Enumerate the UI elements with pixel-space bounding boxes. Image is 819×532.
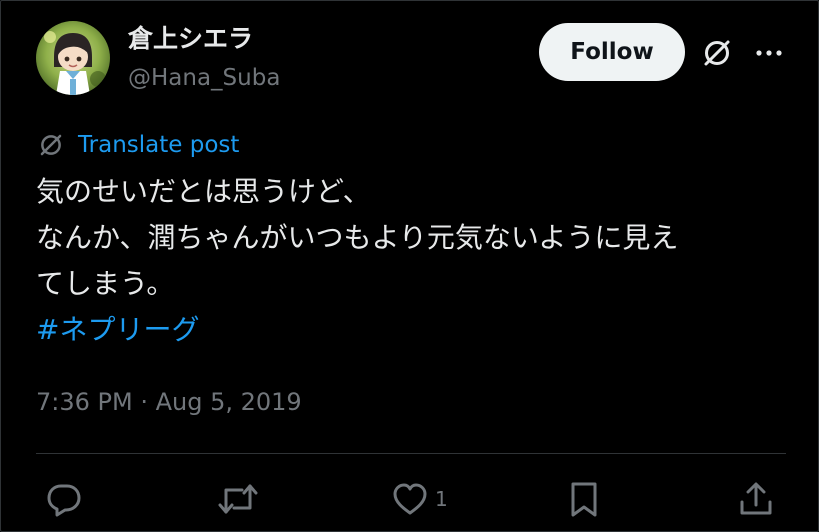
post-card: 倉上シエラ @Hana_Suba Follow Translate post 気… — [0, 0, 819, 532]
share-upload-icon — [740, 482, 772, 515]
post-text: 気のせいだとは思うけど、 なんか、潤ちゃんがいつもより元気ないように見え てしま… — [36, 169, 796, 353]
bookmark-button[interactable] — [565, 479, 603, 519]
heart-icon — [393, 483, 427, 515]
user-handle[interactable]: @Hana_Suba — [128, 63, 280, 93]
grok-slash-circle-icon[interactable] — [698, 34, 736, 72]
bookmark-icon — [571, 482, 597, 517]
translate-post-link[interactable]: Translate post — [36, 129, 239, 161]
more-dots-icon[interactable] — [749, 37, 789, 69]
post-text-line: てしまう。 — [36, 267, 175, 300]
repost-arrows-icon — [218, 484, 258, 514]
grok-slash-circle-icon — [36, 130, 66, 160]
avatar[interactable] — [36, 21, 110, 95]
divider — [36, 453, 786, 454]
follow-button[interactable]: Follow — [539, 23, 685, 81]
post-timestamp[interactable]: 7:36 PM · Aug 5, 2019 — [36, 386, 302, 418]
share-button[interactable] — [737, 479, 775, 519]
avatar-image — [36, 21, 110, 95]
post-text-line: なんか、潤ちゃんがいつもより元気ないように見え — [36, 221, 679, 254]
like-button[interactable]: 1 — [391, 479, 448, 519]
translate-post-label: Translate post — [78, 132, 240, 158]
repost-button[interactable] — [217, 479, 259, 519]
reply-bubble-icon — [47, 484, 81, 517]
hashtag-link[interactable]: #ネプリーグ — [36, 307, 796, 353]
post-text-line: 気のせいだとは思うけど、 — [36, 175, 371, 208]
reply-button[interactable] — [45, 479, 83, 519]
like-count: 1 — [435, 487, 448, 511]
display-name[interactable]: 倉上シエラ — [128, 23, 253, 55]
